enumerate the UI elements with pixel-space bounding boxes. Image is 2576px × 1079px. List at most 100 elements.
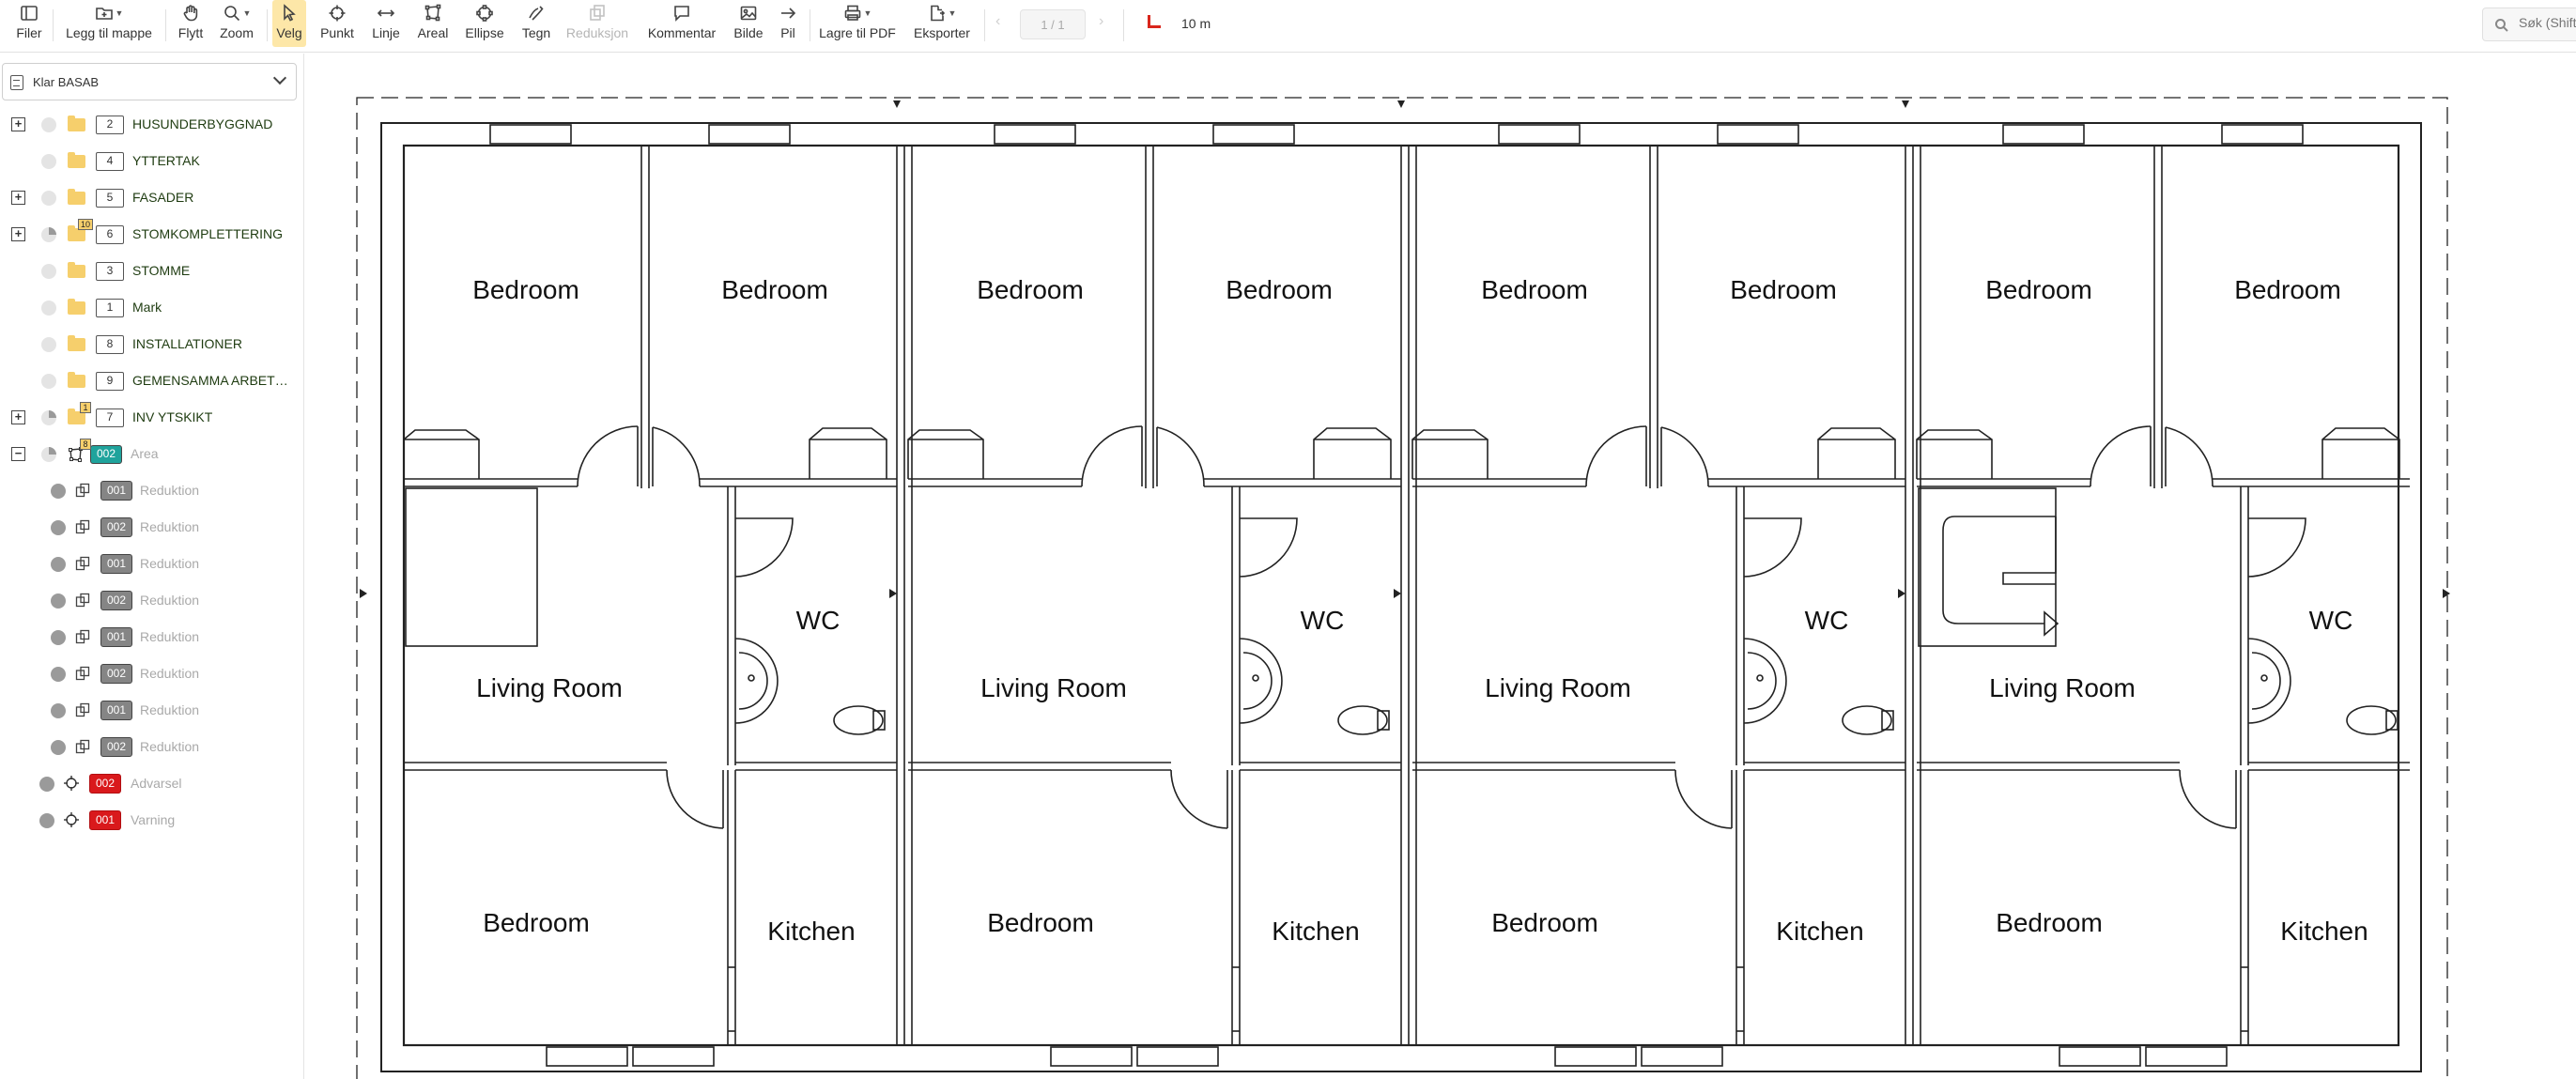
reduction-item[interactable]: 002 Reduktion bbox=[0, 509, 304, 545]
folder-row[interactable]: 1 Mark bbox=[0, 289, 304, 325]
room-label: Bedroom bbox=[1985, 275, 2092, 304]
warning-label: Varning bbox=[131, 812, 176, 827]
expand-icon[interactable]: + bbox=[11, 227, 25, 241]
warning-item[interactable]: 001 Varning bbox=[0, 802, 304, 838]
reduction-icon bbox=[75, 629, 90, 644]
drain bbox=[1252, 674, 1259, 682]
visibility-toggle[interactable] bbox=[51, 593, 66, 609]
pan-button[interactable]: Flytt bbox=[173, 0, 208, 47]
door-swing bbox=[1743, 517, 1802, 578]
reduction-item[interactable]: 002 Reduktion bbox=[0, 729, 304, 764]
window bbox=[1717, 124, 1799, 145]
door-swing bbox=[2165, 426, 2214, 487]
visibility-toggle[interactable] bbox=[39, 813, 54, 828]
select-tool-button[interactable]: Velg bbox=[272, 0, 306, 47]
drawing-canvas[interactable]: Bedroom Bedroom Living Room WC Bedroom Kitche… bbox=[305, 54, 2576, 1079]
line-tool-button[interactable]: Linje bbox=[366, 0, 406, 47]
visibility-toggle[interactable] bbox=[41, 227, 56, 242]
reduction-tool-button[interactable]: Reduksjon bbox=[562, 0, 633, 47]
visibility-toggle[interactable] bbox=[51, 484, 66, 499]
expand-icon[interactable]: + bbox=[11, 117, 25, 131]
comment-tool-button[interactable]: Kommentar bbox=[642, 0, 721, 47]
visibility-toggle[interactable] bbox=[41, 337, 56, 352]
reduction-item[interactable]: 001 Reduktion bbox=[0, 692, 304, 728]
visibility-toggle[interactable] bbox=[41, 301, 56, 316]
visibility-toggle[interactable] bbox=[41, 410, 56, 425]
door-swing bbox=[652, 426, 701, 487]
scale-icon[interactable] bbox=[1148, 15, 1161, 28]
reduction-item[interactable]: 001 Reduktion bbox=[0, 619, 304, 655]
room-label: Bedroom bbox=[1481, 275, 1588, 304]
export-button[interactable]: ▼ Eksporter bbox=[907, 0, 977, 47]
image-tool-button[interactable]: Bilde bbox=[729, 0, 768, 47]
drain bbox=[2260, 674, 2268, 682]
expand-icon[interactable]: + bbox=[11, 191, 25, 205]
visibility-toggle[interactable] bbox=[41, 447, 56, 462]
visibility-toggle[interactable] bbox=[51, 557, 66, 572]
visibility-toggle[interactable] bbox=[41, 154, 56, 169]
reduction-code-badge: 002 bbox=[100, 664, 132, 684]
visibility-toggle[interactable] bbox=[51, 667, 66, 682]
area-group-row[interactable]: − 8 002 Area bbox=[0, 436, 304, 471]
folder-icon bbox=[68, 189, 85, 205]
collapse-icon[interactable]: − bbox=[11, 447, 25, 461]
room-label: Bedroom bbox=[1491, 908, 1598, 937]
area-code-badge: 002 bbox=[90, 445, 122, 464]
add-folder-button[interactable]: ▼ Legg til mappe bbox=[62, 0, 156, 47]
visibility-toggle[interactable] bbox=[41, 191, 56, 206]
folder-number: 5 bbox=[96, 189, 124, 208]
visibility-toggle[interactable] bbox=[41, 117, 56, 132]
reduction-icon bbox=[590, 5, 605, 21]
visibility-toggle[interactable] bbox=[51, 630, 66, 645]
folder-row[interactable]: 3 STOMME bbox=[0, 253, 304, 288]
warning-item[interactable]: 002 Advarsel bbox=[0, 765, 304, 801]
folder-row[interactable]: + 10 6 STOMKOMPLETTERING bbox=[0, 216, 304, 252]
folder-row[interactable]: + 1 7 INV YTSKIKT bbox=[0, 399, 304, 435]
reduction-item[interactable]: 001 Reduktion bbox=[0, 546, 304, 581]
dimension-marker bbox=[2443, 589, 2450, 598]
visibility-toggle[interactable] bbox=[51, 703, 66, 718]
folder-icon bbox=[68, 225, 85, 241]
expand-icon[interactable]: + bbox=[11, 410, 25, 424]
folder-label: GEMENSAMMA ARBETEN bbox=[132, 373, 292, 388]
reduction-item[interactable]: 002 Reduktion bbox=[0, 582, 304, 618]
ellipse-tool-button[interactable]: Ellipse bbox=[460, 0, 509, 47]
visibility-toggle[interactable] bbox=[51, 740, 66, 755]
reduction-item[interactable]: 002 Reduktion bbox=[0, 655, 304, 691]
next-page-button[interactable]: › bbox=[1099, 13, 1103, 30]
reduction-icon bbox=[75, 702, 90, 717]
arrow-tool-button[interactable]: Pil bbox=[772, 0, 804, 47]
point-tool-button[interactable]: Punkt bbox=[317, 0, 357, 47]
draw-tool-button[interactable]: Tegn bbox=[517, 0, 556, 47]
project-selector[interactable]: Klar BASAB bbox=[2, 63, 297, 100]
folder-row[interactable]: + 5 FASADER bbox=[0, 179, 304, 215]
search-box[interactable] bbox=[2482, 8, 2576, 41]
window bbox=[1554, 1046, 1637, 1067]
sidebar-icon bbox=[21, 6, 38, 21]
visibility-toggle[interactable] bbox=[41, 264, 56, 279]
files-button[interactable]: Filer bbox=[13, 0, 45, 47]
wardrobe bbox=[403, 429, 480, 479]
search-input[interactable] bbox=[2519, 15, 2576, 30]
previous-page-button[interactable]: ‹ bbox=[995, 13, 1000, 30]
reduction-code-badge: 001 bbox=[100, 701, 132, 720]
project-name: Klar BASAB bbox=[33, 75, 100, 89]
folder-label: INV YTSKIKT bbox=[132, 409, 213, 424]
room-label: Bedroom bbox=[2234, 275, 2341, 304]
visibility-toggle[interactable] bbox=[41, 374, 56, 389]
scale-value[interactable]: 10 m bbox=[1181, 16, 1211, 31]
folder-row[interactable]: 8 INSTALLATIONER bbox=[0, 326, 304, 362]
page-indicator[interactable]: 1 / 1 bbox=[1020, 9, 1086, 39]
visibility-toggle[interactable] bbox=[51, 520, 66, 535]
wardrobe bbox=[1411, 429, 1489, 479]
zoom-button[interactable]: ▼ Zoom bbox=[214, 0, 259, 47]
save-pdf-button[interactable]: ▼ Lagre til PDF bbox=[815, 0, 900, 47]
folder-row[interactable]: + 2 HUSUNDERBYGGNAD bbox=[0, 106, 304, 142]
folder-row[interactable]: 4 YTTERTAK bbox=[0, 143, 304, 178]
floor-plan[interactable]: Bedroom Bedroom Living Room WC Bedroom Kitche… bbox=[305, 54, 2576, 1079]
window bbox=[2221, 124, 2304, 145]
folder-row[interactable]: 9 GEMENSAMMA ARBETEN bbox=[0, 362, 304, 398]
area-tool-button[interactable]: Areal bbox=[413, 0, 453, 47]
visibility-toggle[interactable] bbox=[39, 777, 54, 792]
reduction-item[interactable]: 001 Reduktion bbox=[0, 472, 304, 508]
